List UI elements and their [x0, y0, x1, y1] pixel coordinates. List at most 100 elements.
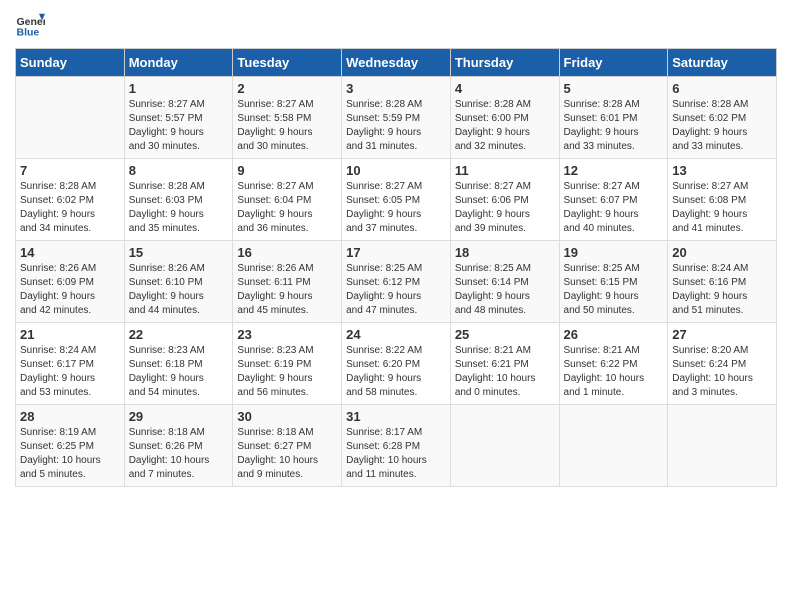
calendar-week-5: 28Sunrise: 8:19 AM Sunset: 6:25 PM Dayli… [16, 405, 777, 487]
day-number: 3 [346, 81, 446, 96]
day-info: Sunrise: 8:24 AM Sunset: 6:17 PM Dayligh… [20, 344, 120, 400]
calendar-cell: 30 Sunrise: 8:18 AM Sunset: 6:27 PM Dayli… [233, 405, 342, 487]
day-number: 17 [346, 245, 446, 260]
calendar-cell: 1Sunrise: 8:27 AM Sunset: 5:57 PM Daylig… [124, 77, 233, 159]
col-thursday: Thursday [450, 49, 559, 77]
calendar-cell: 17 Sunrise: 8:25 AM Sunset: 6:12 PM Dayli… [342, 241, 451, 323]
day-info: Sunrise: 8:27 AM Sunset: 6:04 PM Dayligh… [237, 180, 337, 236]
calendar-cell: 9 Sunrise: 8:27 AM Sunset: 6:04 PM Daylig… [233, 159, 342, 241]
calendar-week-4: 21Sunrise: 8:24 AM Sunset: 6:17 PM Dayli… [16, 323, 777, 405]
calendar-cell: 15 Sunrise: 8:26 AM Sunset: 6:10 PM Dayli… [124, 241, 233, 323]
day-number: 27 [672, 327, 772, 342]
day-number: 20 [672, 245, 772, 260]
day-info: Sunrise: 8:17 AM Sunset: 6:28 PM Dayligh… [346, 426, 446, 482]
svg-text:Blue: Blue [17, 27, 40, 39]
day-info: Sunrise: 8:25 AM Sunset: 6:12 PM Dayligh… [346, 262, 446, 318]
calendar-cell: 25Sunrise: 8:21 AM Sunset: 6:21 PM Dayli… [450, 323, 559, 405]
calendar-body: 1Sunrise: 8:27 AM Sunset: 5:57 PM Daylig… [16, 77, 777, 487]
calendar-cell: 16Sunrise: 8:26 AM Sunset: 6:11 PM Dayli… [233, 241, 342, 323]
calendar-cell [559, 405, 668, 487]
day-number: 9 [237, 163, 337, 178]
day-info: Sunrise: 8:27 AM Sunset: 6:08 PM Dayligh… [672, 180, 772, 236]
calendar-cell [668, 405, 777, 487]
calendar-cell: 3 Sunrise: 8:28 AM Sunset: 5:59 PM Daylig… [342, 77, 451, 159]
day-info: Sunrise: 8:28 AM Sunset: 6:01 PM Dayligh… [564, 98, 664, 154]
day-number: 11 [455, 163, 555, 178]
day-number: 24 [346, 327, 446, 342]
calendar-cell: 14 Sunrise: 8:26 AM Sunset: 6:09 PM Dayli… [16, 241, 125, 323]
calendar-cell: 19 Sunrise: 8:25 AM Sunset: 6:15 PM Dayli… [559, 241, 668, 323]
day-number: 8 [129, 163, 229, 178]
calendar-cell: 27 Sunrise: 8:20 AM Sunset: 6:24 PM Dayli… [668, 323, 777, 405]
day-number: 15 [129, 245, 229, 260]
day-info: Sunrise: 8:18 AM Sunset: 6:27 PM Dayligh… [237, 426, 337, 482]
day-info: Sunrise: 8:25 AM Sunset: 6:15 PM Dayligh… [564, 262, 664, 318]
calendar-cell: 10 Sunrise: 8:27 AM Sunset: 6:05 PM Dayli… [342, 159, 451, 241]
calendar-cell: 29Sunrise: 8:18 AM Sunset: 6:26 PM Dayli… [124, 405, 233, 487]
day-number: 29 [129, 409, 229, 424]
day-number: 14 [20, 245, 120, 260]
col-saturday: Saturday [668, 49, 777, 77]
calendar-cell: 28Sunrise: 8:19 AM Sunset: 6:25 PM Dayli… [16, 405, 125, 487]
col-friday: Friday [559, 49, 668, 77]
calendar-cell: 21Sunrise: 8:24 AM Sunset: 6:17 PM Dayli… [16, 323, 125, 405]
day-number: 30 [237, 409, 337, 424]
calendar-cell: 13 Sunrise: 8:27 AM Sunset: 6:08 PM Dayli… [668, 159, 777, 241]
day-info: Sunrise: 8:28 AM Sunset: 6:02 PM Dayligh… [20, 180, 120, 236]
day-number: 2 [237, 81, 337, 96]
logo: General Blue [15, 10, 45, 40]
calendar-cell [16, 77, 125, 159]
calendar-cell [450, 405, 559, 487]
col-sunday: Sunday [16, 49, 125, 77]
day-info: Sunrise: 8:27 AM Sunset: 6:05 PM Dayligh… [346, 180, 446, 236]
col-tuesday: Tuesday [233, 49, 342, 77]
day-info: Sunrise: 8:28 AM Sunset: 5:59 PM Dayligh… [346, 98, 446, 154]
calendar-week-2: 7 Sunrise: 8:28 AM Sunset: 6:02 PM Daylig… [16, 159, 777, 241]
page-container: General Blue Sunday Monday Tuesday Wedne… [0, 0, 792, 497]
day-number: 7 [20, 163, 120, 178]
day-number: 12 [564, 163, 664, 178]
calendar-cell: 26 Sunrise: 8:21 AM Sunset: 6:22 PM Dayli… [559, 323, 668, 405]
day-info: Sunrise: 8:23 AM Sunset: 6:18 PM Dayligh… [129, 344, 229, 400]
calendar-cell: 6Sunrise: 8:28 AM Sunset: 6:02 PM Daylig… [668, 77, 777, 159]
day-number: 4 [455, 81, 555, 96]
calendar-cell: 5Sunrise: 8:28 AM Sunset: 6:01 PM Daylig… [559, 77, 668, 159]
day-info: Sunrise: 8:26 AM Sunset: 6:09 PM Dayligh… [20, 262, 120, 318]
day-number: 10 [346, 163, 446, 178]
day-number: 19 [564, 245, 664, 260]
day-number: 1 [129, 81, 229, 96]
day-info: Sunrise: 8:28 AM Sunset: 6:03 PM Dayligh… [129, 180, 229, 236]
day-info: Sunrise: 8:22 AM Sunset: 6:20 PM Dayligh… [346, 344, 446, 400]
day-info: Sunrise: 8:21 AM Sunset: 6:21 PM Dayligh… [455, 344, 555, 400]
day-number: 18 [455, 245, 555, 260]
logo-icon: General Blue [15, 10, 45, 40]
calendar-cell: 4Sunrise: 8:28 AM Sunset: 6:00 PM Daylig… [450, 77, 559, 159]
day-info: Sunrise: 8:27 AM Sunset: 5:58 PM Dayligh… [237, 98, 337, 154]
day-number: 22 [129, 327, 229, 342]
day-number: 26 [564, 327, 664, 342]
header-row: Sunday Monday Tuesday Wednesday Thursday… [16, 49, 777, 77]
day-info: Sunrise: 8:20 AM Sunset: 6:24 PM Dayligh… [672, 344, 772, 400]
calendar-cell: 8 Sunrise: 8:28 AM Sunset: 6:03 PM Daylig… [124, 159, 233, 241]
header: General Blue [15, 10, 777, 40]
day-info: Sunrise: 8:27 AM Sunset: 6:07 PM Dayligh… [564, 180, 664, 236]
day-number: 23 [237, 327, 337, 342]
calendar-cell: 20 Sunrise: 8:24 AM Sunset: 6:16 PM Dayli… [668, 241, 777, 323]
day-info: Sunrise: 8:21 AM Sunset: 6:22 PM Dayligh… [564, 344, 664, 400]
calendar-cell: 23 Sunrise: 8:23 AM Sunset: 6:19 PM Dayli… [233, 323, 342, 405]
day-info: Sunrise: 8:23 AM Sunset: 6:19 PM Dayligh… [237, 344, 337, 400]
day-info: Sunrise: 8:26 AM Sunset: 6:11 PM Dayligh… [237, 262, 337, 318]
day-info: Sunrise: 8:27 AM Sunset: 6:06 PM Dayligh… [455, 180, 555, 236]
calendar-cell: 2 Sunrise: 8:27 AM Sunset: 5:58 PM Daylig… [233, 77, 342, 159]
calendar-week-3: 14 Sunrise: 8:26 AM Sunset: 6:09 PM Dayli… [16, 241, 777, 323]
day-info: Sunrise: 8:25 AM Sunset: 6:14 PM Dayligh… [455, 262, 555, 318]
calendar-week-1: 1Sunrise: 8:27 AM Sunset: 5:57 PM Daylig… [16, 77, 777, 159]
calendar-cell: 18 Sunrise: 8:25 AM Sunset: 6:14 PM Dayli… [450, 241, 559, 323]
day-info: Sunrise: 8:26 AM Sunset: 6:10 PM Dayligh… [129, 262, 229, 318]
day-info: Sunrise: 8:24 AM Sunset: 6:16 PM Dayligh… [672, 262, 772, 318]
calendar-cell: 12 Sunrise: 8:27 AM Sunset: 6:07 PM Dayli… [559, 159, 668, 241]
calendar-cell: 7 Sunrise: 8:28 AM Sunset: 6:02 PM Daylig… [16, 159, 125, 241]
calendar-table: Sunday Monday Tuesday Wednesday Thursday… [15, 48, 777, 487]
day-number: 13 [672, 163, 772, 178]
day-number: 31 [346, 409, 446, 424]
